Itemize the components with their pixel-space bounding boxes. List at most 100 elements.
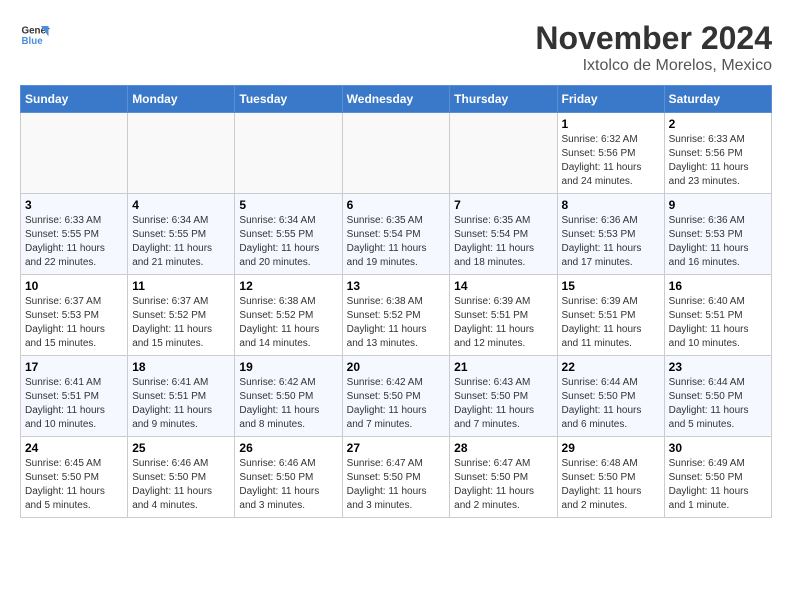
day-info: Sunrise: 6:35 AMSunset: 5:54 PMDaylight:…: [347, 214, 446, 270]
day-number: 7: [454, 198, 552, 212]
day-number: 19: [239, 360, 337, 374]
day-info: Sunrise: 6:45 AMSunset: 5:50 PMDaylight:…: [25, 457, 123, 513]
calendar-cell: 5Sunrise: 6:34 AMSunset: 5:55 PMDaylight…: [235, 194, 342, 275]
weekday-header: Tuesday: [235, 86, 342, 113]
weekday-header: Friday: [557, 86, 664, 113]
day-info: Sunrise: 6:34 AMSunset: 5:55 PMDaylight:…: [132, 214, 230, 270]
calendar-cell: 29 Sunrise: 6:48 AMSunset: 5:50 PMDayligh…: [557, 437, 664, 518]
calendar-week-row: 1 Sunrise: 6:32 AMSunset: 5:56 PMDaylight…: [21, 113, 772, 194]
calendar-cell: 22 Sunrise: 6:44 AMSunset: 5:50 PMDayligh…: [557, 356, 664, 437]
day-number: 1: [562, 117, 660, 131]
weekday-header: Saturday: [664, 86, 771, 113]
day-info: Sunrise: 6:46 AMSunset: 5:50 PMDaylight:…: [239, 457, 337, 513]
calendar-cell: [21, 113, 128, 194]
calendar-cell: 2 Sunrise: 6:33 AMSunset: 5:56 PMDaylight…: [664, 113, 771, 194]
day-number: 11: [132, 279, 230, 293]
weekday-header: Thursday: [450, 86, 557, 113]
calendar-cell: 16Sunrise: 6:40 AMSunset: 5:51 PMDayligh…: [664, 275, 771, 356]
day-info: Sunrise: 6:42 AMSunset: 5:50 PMDaylight:…: [239, 376, 337, 432]
day-number: 10: [25, 279, 123, 293]
day-number: 29: [562, 441, 660, 455]
location-title: Ixtolco de Morelos, Mexico: [535, 57, 772, 75]
day-number: 18: [132, 360, 230, 374]
calendar-cell: 18Sunrise: 6:41 AMSunset: 5:51 PMDayligh…: [128, 356, 235, 437]
calendar-week-row: 3 Sunrise: 6:33 AMSunset: 5:55 PMDaylight…: [21, 194, 772, 275]
weekday-header-row: SundayMondayTuesdayWednesdayThursdayFrid…: [21, 86, 772, 113]
day-info: Sunrise: 6:35 AMSunset: 5:54 PMDaylight:…: [454, 214, 552, 270]
month-title: November 2024: [535, 20, 772, 57]
day-number: 21: [454, 360, 552, 374]
calendar-cell: 10 Sunrise: 6:37 AMSunset: 5:53 PMDayligh…: [21, 275, 128, 356]
calendar-cell: 26 Sunrise: 6:46 AMSunset: 5:50 PMDayligh…: [235, 437, 342, 518]
svg-text:Blue: Blue: [22, 36, 44, 47]
day-info: Sunrise: 6:42 AMSunset: 5:50 PMDaylight:…: [347, 376, 446, 432]
day-number: 16: [669, 279, 767, 293]
day-info: Sunrise: 6:39 AMSunset: 5:51 PMDaylight:…: [454, 295, 552, 351]
logo-icon: General Blue: [20, 20, 50, 50]
day-number: 27: [347, 441, 446, 455]
day-info: Sunrise: 6:37 AMSunset: 5:52 PMDaylight:…: [132, 295, 230, 351]
day-number: 24: [25, 441, 123, 455]
day-number: 25: [132, 441, 230, 455]
day-number: 4: [132, 198, 230, 212]
calendar-cell: 27 Sunrise: 6:47 AMSunset: 5:50 PMDayligh…: [342, 437, 450, 518]
day-number: 28: [454, 441, 552, 455]
weekday-header: Sunday: [21, 86, 128, 113]
calendar: SundayMondayTuesdayWednesdayThursdayFrid…: [20, 85, 772, 518]
day-info: Sunrise: 6:39 AMSunset: 5:51 PMDaylight:…: [562, 295, 660, 351]
day-info: Sunrise: 6:41 AMSunset: 5:51 PMDaylight:…: [25, 376, 123, 432]
calendar-cell: [128, 113, 235, 194]
header: General Blue November 2024 Ixtolco de Mo…: [20, 20, 772, 75]
weekday-header: Wednesday: [342, 86, 450, 113]
calendar-cell: 21Sunrise: 6:43 AMSunset: 5:50 PMDayligh…: [450, 356, 557, 437]
calendar-cell: 6Sunrise: 6:35 AMSunset: 5:54 PMDaylight…: [342, 194, 450, 275]
calendar-cell: 20Sunrise: 6:42 AMSunset: 5:50 PMDayligh…: [342, 356, 450, 437]
calendar-week-row: 24 Sunrise: 6:45 AMSunset: 5:50 PMDayligh…: [21, 437, 772, 518]
calendar-cell: [235, 113, 342, 194]
day-info: Sunrise: 6:36 AMSunset: 5:53 PMDaylight:…: [669, 214, 767, 270]
day-info: Sunrise: 6:38 AMSunset: 5:52 PMDaylight:…: [239, 295, 337, 351]
calendar-cell: 11 Sunrise: 6:37 AMSunset: 5:52 PMDayligh…: [128, 275, 235, 356]
day-info: Sunrise: 6:46 AMSunset: 5:50 PMDaylight:…: [132, 457, 230, 513]
calendar-cell: 3 Sunrise: 6:33 AMSunset: 5:55 PMDaylight…: [21, 194, 128, 275]
calendar-cell: 28 Sunrise: 6:47 AMSunset: 5:50 PMDayligh…: [450, 437, 557, 518]
day-number: 30: [669, 441, 767, 455]
calendar-cell: 13Sunrise: 6:38 AMSunset: 5:52 PMDayligh…: [342, 275, 450, 356]
day-info: Sunrise: 6:48 AMSunset: 5:50 PMDaylight:…: [562, 457, 660, 513]
day-number: 15: [562, 279, 660, 293]
title-area: November 2024 Ixtolco de Morelos, Mexico: [535, 20, 772, 75]
calendar-cell: 12Sunrise: 6:38 AMSunset: 5:52 PMDayligh…: [235, 275, 342, 356]
calendar-cell: 9Sunrise: 6:36 AMSunset: 5:53 PMDaylight…: [664, 194, 771, 275]
day-number: 14: [454, 279, 552, 293]
day-info: Sunrise: 6:33 AMSunset: 5:55 PMDaylight:…: [25, 214, 123, 270]
day-number: 3: [25, 198, 123, 212]
logo: General Blue: [20, 20, 50, 50]
day-info: Sunrise: 6:47 AMSunset: 5:50 PMDaylight:…: [347, 457, 446, 513]
day-info: Sunrise: 6:47 AMSunset: 5:50 PMDaylight:…: [454, 457, 552, 513]
day-info: Sunrise: 6:49 AMSunset: 5:50 PMDaylight:…: [669, 457, 767, 513]
calendar-cell: [450, 113, 557, 194]
calendar-cell: 25 Sunrise: 6:46 AMSunset: 5:50 PMDayligh…: [128, 437, 235, 518]
calendar-week-row: 17 Sunrise: 6:41 AMSunset: 5:51 PMDayligh…: [21, 356, 772, 437]
day-number: 17: [25, 360, 123, 374]
calendar-cell: 4 Sunrise: 6:34 AMSunset: 5:55 PMDaylight…: [128, 194, 235, 275]
day-info: Sunrise: 6:44 AMSunset: 5:50 PMDaylight:…: [562, 376, 660, 432]
calendar-cell: 23 Sunrise: 6:44 AMSunset: 5:50 PMDayligh…: [664, 356, 771, 437]
calendar-body: 1 Sunrise: 6:32 AMSunset: 5:56 PMDaylight…: [21, 113, 772, 518]
day-info: Sunrise: 6:34 AMSunset: 5:55 PMDaylight:…: [239, 214, 337, 270]
day-number: 2: [669, 117, 767, 131]
day-info: Sunrise: 6:33 AMSunset: 5:56 PMDaylight:…: [669, 133, 767, 189]
calendar-cell: 7 Sunrise: 6:35 AMSunset: 5:54 PMDaylight…: [450, 194, 557, 275]
day-info: Sunrise: 6:36 AMSunset: 5:53 PMDaylight:…: [562, 214, 660, 270]
day-number: 26: [239, 441, 337, 455]
calendar-cell: 1 Sunrise: 6:32 AMSunset: 5:56 PMDaylight…: [557, 113, 664, 194]
day-number: 22: [562, 360, 660, 374]
calendar-cell: 19 Sunrise: 6:42 AMSunset: 5:50 PMDayligh…: [235, 356, 342, 437]
day-info: Sunrise: 6:32 AMSunset: 5:56 PMDaylight:…: [562, 133, 660, 189]
day-number: 23: [669, 360, 767, 374]
day-info: Sunrise: 6:38 AMSunset: 5:52 PMDaylight:…: [347, 295, 446, 351]
day-info: Sunrise: 6:44 AMSunset: 5:50 PMDaylight:…: [669, 376, 767, 432]
day-info: Sunrise: 6:37 AMSunset: 5:53 PMDaylight:…: [25, 295, 123, 351]
calendar-cell: 14 Sunrise: 6:39 AMSunset: 5:51 PMDayligh…: [450, 275, 557, 356]
calendar-cell: 30 Sunrise: 6:49 AMSunset: 5:50 PMDayligh…: [664, 437, 771, 518]
